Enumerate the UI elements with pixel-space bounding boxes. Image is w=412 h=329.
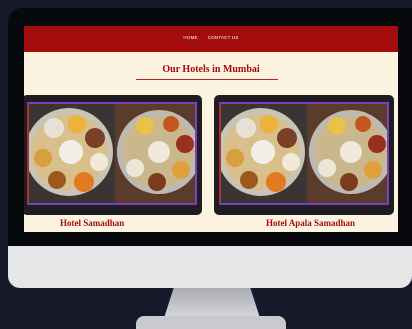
hotel-name-samadhan[interactable]: Hotel Samadhan (60, 218, 124, 228)
nav-link-home[interactable]: HOME (183, 29, 197, 47)
navbar: HOME CONTACT US (24, 26, 398, 52)
hotel-card-apala-samadhan[interactable] (214, 95, 394, 215)
thali-food-photo (219, 102, 389, 205)
monitor-stand-neck (164, 288, 260, 318)
hotel-name-apala-samadhan[interactable]: Hotel Apala Samadhan (266, 218, 355, 228)
monitor-stand-base (136, 316, 286, 329)
section-title: Our Hotels in Mumbai (162, 64, 260, 75)
hotel-card-samadhan[interactable] (24, 95, 202, 215)
title-underline (136, 79, 278, 80)
nav-link-contact-us[interactable]: CONTACT US (208, 29, 239, 47)
thali-food-photo (27, 102, 197, 205)
website-screen: HOME CONTACT US Our Hotels in Mumbai Hot… (24, 26, 398, 232)
monitor-chin (8, 246, 412, 288)
